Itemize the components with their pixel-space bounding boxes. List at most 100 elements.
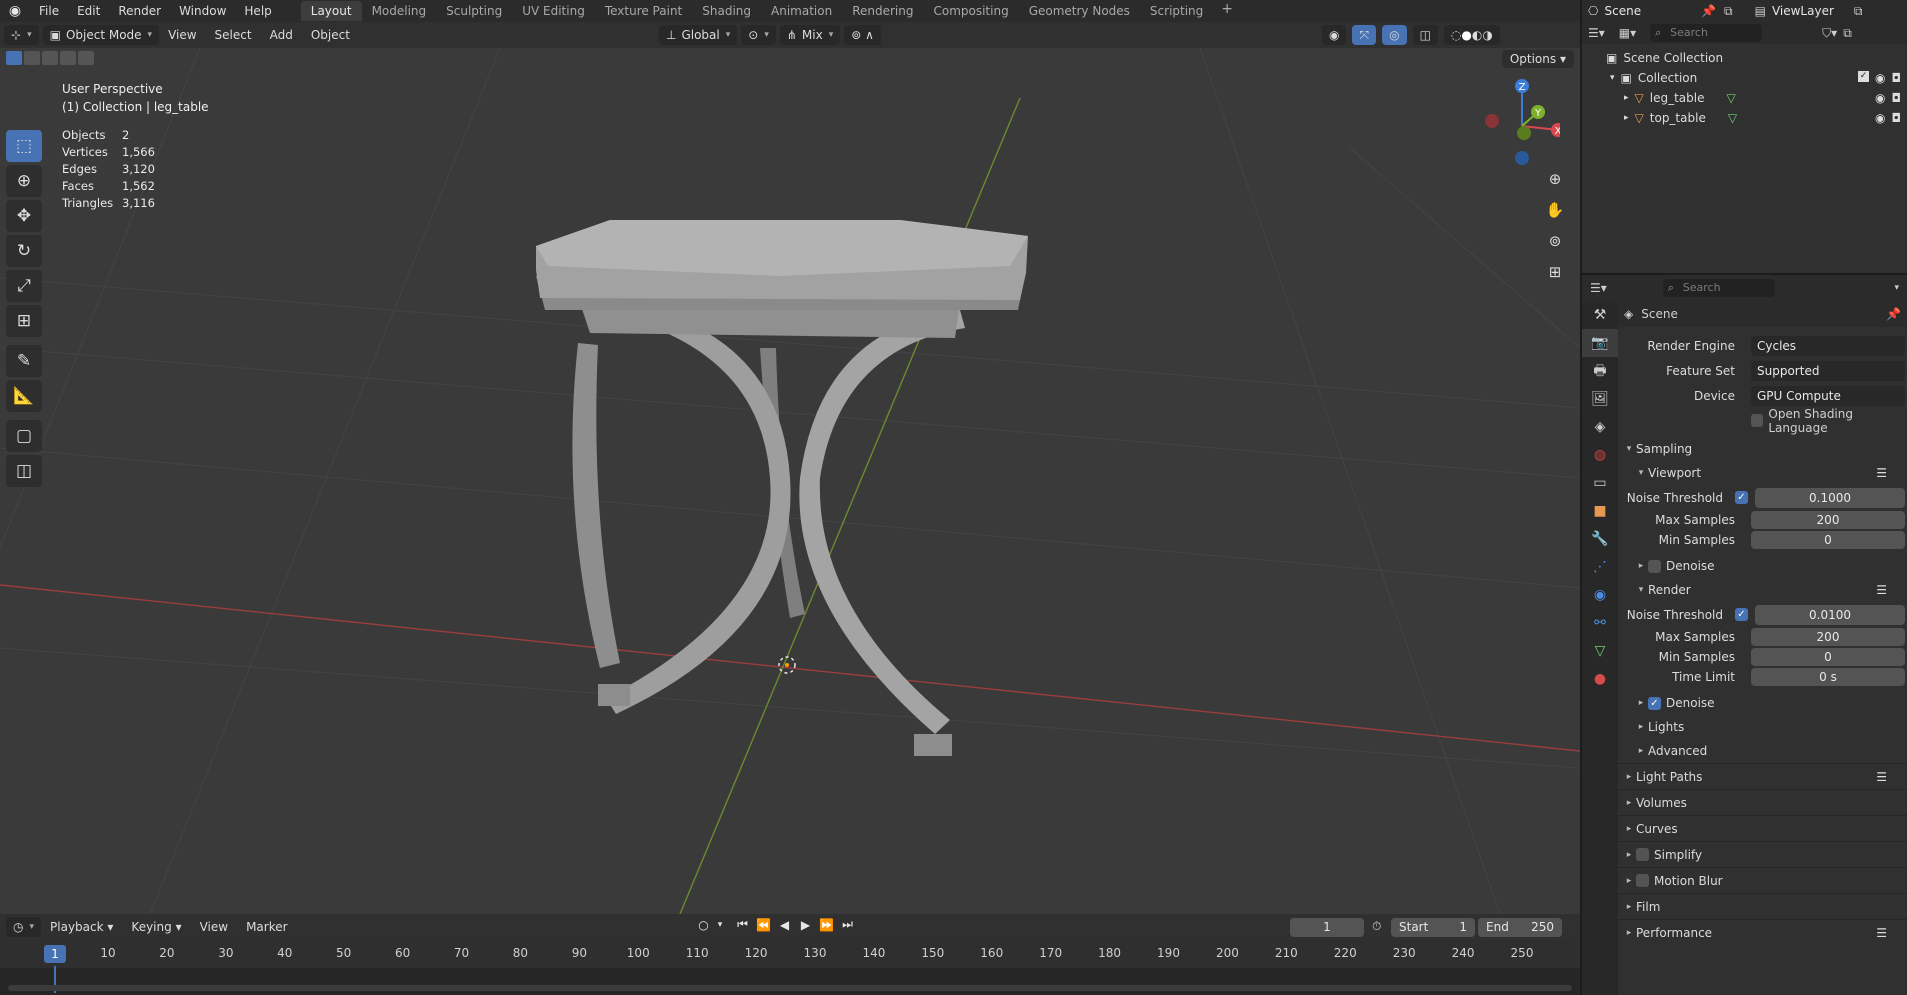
blender-logo-icon[interactable]: ◉: [0, 3, 30, 19]
tab-rendering[interactable]: Rendering: [842, 1, 923, 21]
properties-editor-icon[interactable]: ☰▾: [1590, 281, 1607, 295]
tab-compositing[interactable]: Compositing: [923, 1, 1018, 21]
presets-list-icon[interactable]: ☰: [1876, 770, 1887, 784]
denoise-checkbox[interactable]: [1648, 559, 1661, 573]
time-limit-field[interactable]: 0 s: [1751, 668, 1905, 686]
tab-sculpting[interactable]: Sculpting: [436, 1, 512, 21]
eye-icon[interactable]: ◉: [1875, 111, 1885, 125]
denoise-checkbox[interactable]: ✓: [1648, 696, 1661, 710]
scale-tool-icon[interactable]: ⤢: [6, 270, 42, 302]
collection-row[interactable]: ▾ ▣ Collection ✓ ◉ ◘: [1582, 68, 1907, 88]
viewlayer-selector[interactable]: ViewLayer: [1772, 4, 1834, 18]
select-subtract-icon[interactable]: [42, 51, 58, 65]
min-samples-field[interactable]: 0: [1751, 531, 1905, 549]
rendered-shading-icon[interactable]: ◑: [1482, 28, 1492, 42]
render-subsection[interactable]: ▾ Render ☰: [1618, 578, 1907, 602]
timeline-menu-marker[interactable]: Marker: [237, 920, 296, 934]
light-paths-panel[interactable]: ▸ Light Paths ☰: [1618, 763, 1907, 789]
new-viewlayer-icon[interactable]: ⧉: [1854, 4, 1863, 19]
mesh-data-icon[interactable]: ▽: [1728, 111, 1737, 125]
camera-icon[interactable]: ◘: [1892, 71, 1902, 85]
noise-threshold-field[interactable]: 0.0100: [1755, 604, 1905, 625]
object-tab-icon[interactable]: ■: [1582, 497, 1618, 525]
add-cube-tool-icon[interactable]: ▢: [6, 420, 42, 452]
select-box-tool-icon[interactable]: ⬚: [6, 130, 42, 162]
frame-ruler[interactable]: 1 10 20 30 40 50 60 70 80 90 100 110 120 130 140 150 16…: [0, 940, 1580, 968]
menu-render[interactable]: Render: [109, 4, 170, 18]
menu-file[interactable]: File: [30, 4, 68, 18]
end-frame-field[interactable]: End 250: [1478, 918, 1562, 937]
current-frame-field[interactable]: 1: [1290, 918, 1364, 937]
render-denoise-section[interactable]: ▸ ✓ Denoise: [1618, 691, 1907, 715]
exclude-checkbox[interactable]: ✓: [1858, 71, 1870, 82]
timeline-scrollbar[interactable]: [8, 985, 1572, 991]
material-shading-icon[interactable]: ◐: [1472, 28, 1482, 42]
scene-selector[interactable]: Scene: [1604, 4, 1641, 18]
film-panel[interactable]: ▸ Film: [1618, 893, 1907, 919]
transform-tool-icon[interactable]: ⊞: [6, 305, 42, 337]
extrude-tool-icon[interactable]: ◫: [6, 455, 42, 487]
render-engine-dropdown[interactable]: Cycles: [1751, 335, 1905, 356]
prev-keyframe-icon[interactable]: ⏪: [753, 918, 774, 932]
select-new-icon[interactable]: [6, 51, 22, 65]
select-extend-icon[interactable]: [24, 51, 40, 65]
header-menu-object[interactable]: Object: [302, 28, 359, 42]
filter-icon[interactable]: ⛉▾: [1822, 26, 1837, 41]
zoom-icon[interactable]: ⊕: [1542, 166, 1568, 192]
play-icon[interactable]: ▶: [795, 918, 816, 932]
outliner-search-input[interactable]: Search: [1650, 24, 1763, 42]
tab-scripting[interactable]: Scripting: [1140, 1, 1213, 21]
pin-icon[interactable]: 📌: [1701, 4, 1716, 18]
tab-texture-paint[interactable]: Texture Paint: [595, 1, 692, 21]
expand-arrow-icon[interactable]: ▾: [1610, 73, 1615, 83]
navigation-gizmo[interactable]: Z X Y: [1480, 76, 1560, 166]
record-icon[interactable]: ○: [693, 918, 714, 932]
neg-z-axis-gizmo-icon[interactable]: [1515, 151, 1529, 165]
pan-hand-icon[interactable]: ✋: [1542, 197, 1568, 223]
menu-help[interactable]: Help: [235, 4, 280, 18]
header-menu-add[interactable]: Add: [261, 28, 302, 42]
device-dropdown[interactable]: GPU Compute: [1751, 385, 1905, 406]
start-frame-field[interactable]: Start 1: [1391, 918, 1475, 937]
mesh-data-icon[interactable]: ▽: [1727, 91, 1736, 105]
cursor-tool-icon[interactable]: ⊕: [6, 165, 42, 197]
timeline-menu-keying[interactable]: Keying ▾: [122, 920, 190, 934]
snap-dropdown[interactable]: ⋔ Mix ▾: [779, 25, 841, 45]
feature-set-dropdown[interactable]: Supported: [1751, 360, 1905, 381]
header-menu-select[interactable]: Select: [206, 28, 261, 42]
tab-modeling[interactable]: Modeling: [362, 1, 437, 21]
timeline-menu-playback[interactable]: Playback ▾: [41, 920, 122, 934]
expand-arrow-icon[interactable]: ▸: [1624, 93, 1629, 103]
eye-icon[interactable]: ◉: [1875, 71, 1885, 85]
camera-icon[interactable]: ◘: [1892, 91, 1902, 105]
eye-icon[interactable]: ◉: [1875, 91, 1885, 105]
min-samples-field[interactable]: 0: [1751, 648, 1905, 666]
stopwatch-icon[interactable]: ⏱: [1372, 919, 1381, 934]
options-dropdown[interactable]: Options ▾: [1501, 50, 1574, 68]
noise-threshold-checkbox[interactable]: ✓: [1735, 608, 1748, 621]
jump-start-icon[interactable]: ⏮: [732, 917, 753, 932]
ortho-grid-icon[interactable]: ⊞: [1542, 259, 1568, 285]
expand-arrow-icon[interactable]: ▸: [1624, 113, 1629, 123]
select-invert-icon[interactable]: [60, 51, 76, 65]
play-reverse-icon[interactable]: ◀: [774, 918, 795, 932]
jump-end-icon[interactable]: ⏭: [837, 917, 858, 932]
select-intersect-icon[interactable]: [78, 51, 94, 65]
scene-collection-row[interactable]: ▣ Scene Collection: [1582, 48, 1907, 68]
rotate-tool-icon[interactable]: ↻: [6, 235, 42, 267]
timeline-editor-type[interactable]: ◷ ▾: [6, 917, 42, 937]
outliner-editor-icon[interactable]: ☰▾: [1588, 26, 1605, 40]
shading-mode-buttons[interactable]: ◌ ● ◐ ◑: [1443, 25, 1500, 45]
playhead[interactable]: 1: [44, 945, 66, 963]
render-tab-icon[interactable]: 📷: [1582, 329, 1618, 357]
data-tab-icon[interactable]: ▽: [1582, 637, 1618, 665]
visibility-dropdown[interactable]: ◉: [1322, 25, 1347, 45]
tab-layout[interactable]: Layout: [300, 1, 362, 21]
camera-icon[interactable]: ◘: [1892, 111, 1902, 125]
pin-icon[interactable]: 📌: [1886, 307, 1901, 321]
properties-search-input[interactable]: Search: [1662, 279, 1775, 297]
mode-dropdown[interactable]: ▣ Object Mode ▾: [42, 25, 160, 45]
measure-tool-icon[interactable]: 📐: [6, 380, 42, 412]
advanced-section[interactable]: ▸ Advanced: [1618, 739, 1907, 763]
solid-shading-icon[interactable]: ●: [1461, 28, 1471, 42]
